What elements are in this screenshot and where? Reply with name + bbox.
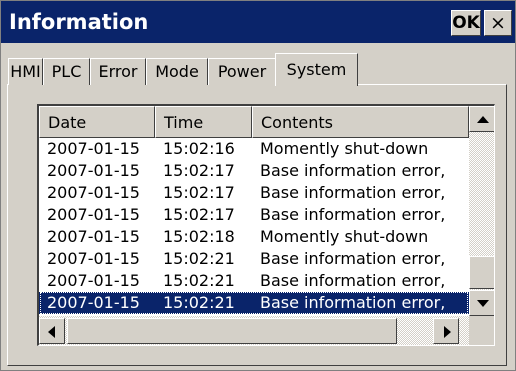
column-header-contents[interactable]: Contents: [252, 106, 469, 138]
time-cell: 15:02:21: [163, 249, 235, 268]
tab-mode[interactable]: Mode: [146, 58, 208, 85]
arrow-right-icon: [444, 326, 451, 338]
vertical-scrollbar[interactable]: [469, 106, 494, 316]
date-cell: 2007-01-15: [47, 183, 140, 202]
time-cell: 15:02:17: [163, 183, 235, 202]
column-header-date[interactable]: Date: [39, 106, 155, 138]
table-row[interactable]: 2007-01-15 15:02:17 Base information error…: [39, 204, 469, 226]
date-cell: 2007-01-15: [47, 139, 140, 158]
horizontal-scroll-thumb[interactable]: [67, 318, 397, 344]
list-header: Date Time Contents: [39, 106, 469, 138]
time-cell: 15:02:21: [163, 271, 235, 290]
time-cell: 15:02:17: [163, 205, 235, 224]
contents-cell: Base information error,: [260, 249, 446, 268]
window-title: Information: [9, 10, 149, 34]
arrow-down-icon: [477, 300, 489, 307]
scroll-left-button[interactable]: [39, 318, 65, 344]
scroll-up-button[interactable]: [469, 106, 494, 132]
tab-plc[interactable]: PLC: [43, 58, 90, 85]
table-row[interactable]: 2007-01-15 15:02:17 Base information error…: [39, 160, 469, 182]
column-header-time[interactable]: Time: [155, 106, 252, 138]
table-row[interactable]: 2007-01-15 15:02:18 Momently shut-down: [39, 226, 469, 248]
date-cell: 2007-01-15: [47, 205, 140, 224]
date-cell: 2007-01-15: [47, 161, 140, 180]
information-window: Information OK × HMI PLC Error Mode Powe…: [0, 0, 516, 371]
close-button[interactable]: ×: [484, 10, 512, 36]
scroll-down-button[interactable]: [469, 290, 494, 316]
contents-cell: Base information error,: [260, 271, 446, 290]
tab-system[interactable]: System: [275, 53, 358, 86]
contents-cell: Base information error,: [260, 205, 446, 224]
contents-cell: Base information error,: [260, 161, 446, 180]
scroll-right-button[interactable]: [433, 318, 459, 344]
tab-power[interactable]: Power: [208, 58, 276, 85]
table-row[interactable]: 2007-01-15 15:02:21 Base information error…: [39, 292, 469, 314]
scrollbar-corner: [469, 316, 494, 345]
date-cell: 2007-01-15: [47, 271, 140, 290]
ok-button[interactable]: OK: [451, 10, 481, 36]
time-cell: 15:02:16: [163, 139, 235, 158]
contents-cell: Momently shut-down: [260, 139, 429, 158]
table-row[interactable]: 2007-01-15 15:02:21 Base information error…: [39, 248, 469, 270]
date-cell: 2007-01-15: [47, 227, 140, 246]
tab-error[interactable]: Error: [90, 58, 146, 85]
title-bar[interactable]: Information OK ×: [1, 1, 515, 43]
time-cell: 15:02:17: [163, 161, 235, 180]
tab-hmi[interactable]: HMI: [8, 58, 43, 85]
time-cell: 15:02:18: [163, 227, 235, 246]
table-row[interactable]: 2007-01-15 15:02:16 Momently shut-down: [39, 138, 469, 160]
horizontal-scrollbar[interactable]: [39, 316, 469, 345]
system-log-list[interactable]: Date Time Contents 2007-01-15 15:02:16 Mom…: [37, 104, 495, 346]
table-row[interactable]: 2007-01-15 15:02:17 Base information error…: [39, 182, 469, 204]
arrow-up-icon: [477, 116, 489, 123]
date-cell: 2007-01-15: [47, 249, 140, 268]
time-cell: 15:02:21: [163, 293, 235, 312]
date-cell: 2007-01-15: [47, 293, 140, 312]
contents-cell: Base information error,: [260, 293, 446, 312]
table-row[interactable]: 2007-01-15 15:02:21 Base information error…: [39, 270, 469, 292]
contents-cell: Momently shut-down: [260, 227, 429, 246]
arrow-left-icon: [48, 326, 55, 338]
vertical-scroll-thumb[interactable]: [469, 256, 494, 289]
contents-cell: Base information error,: [260, 183, 446, 202]
